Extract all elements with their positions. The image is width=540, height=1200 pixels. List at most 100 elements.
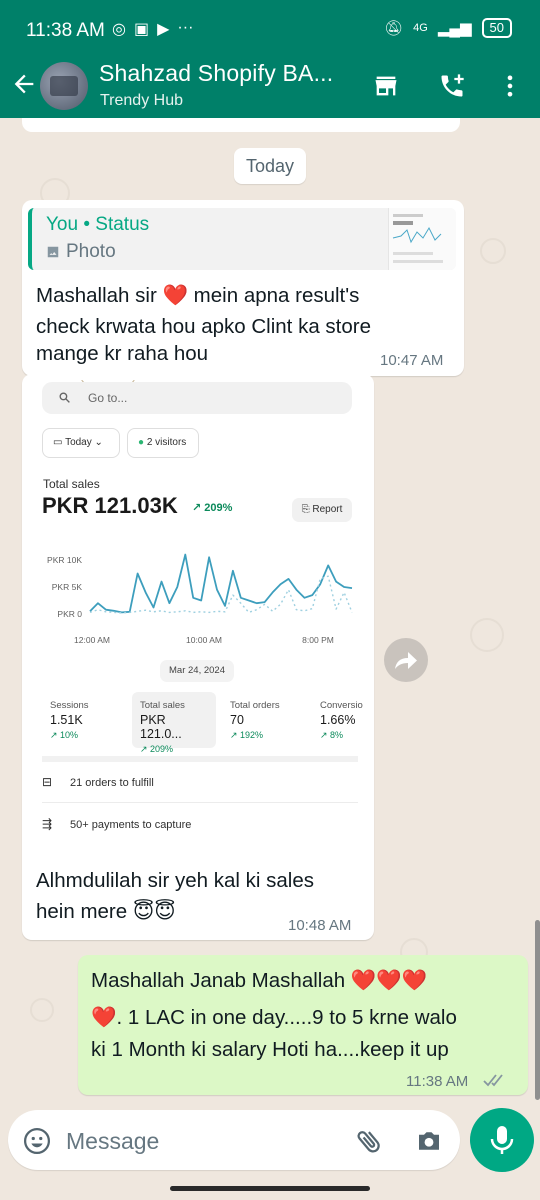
message-text-line: check krwata hou apko Clint ka store [36, 315, 371, 338]
row-divider [42, 802, 358, 803]
more-notifications-icon: ··· [177, 19, 194, 36]
navigation-handle[interactable] [170, 1186, 370, 1191]
metric-total-orders: Total orders 70 ↗ 192% [222, 692, 306, 748]
live-dot-icon: ● [138, 437, 145, 448]
message-time: 10:48 AM [288, 917, 352, 934]
message-text-line: Mashallah sir ❤️ mein apna result's [36, 284, 360, 307]
more-options-icon[interactable] [496, 72, 524, 100]
report-label: Report [312, 504, 343, 515]
metric-change: ↗ 209% [140, 744, 174, 754]
x-tick-label: 10:00 AM [186, 635, 222, 645]
chat-header: Shahzad Shopify BA... Trendy Hub [0, 58, 540, 118]
previous-message-bubble[interactable] [22, 118, 460, 132]
calendar-icon: ▭ [53, 437, 63, 448]
y-tick-label: PKR 0 [57, 609, 82, 619]
report-button: ⎘ Report [292, 498, 352, 522]
signal-icon: ▂▄▆ [437, 20, 472, 37]
add-call-icon[interactable] [438, 72, 466, 100]
chevron-down-icon: ⌄ [94, 437, 103, 448]
metric-value: 1.66% [320, 713, 356, 727]
chat-subtitle[interactable]: Trendy Hub [100, 92, 183, 110]
visitors-badge: ● 2 visitors [127, 428, 199, 458]
metric-value: PKR 121.0... [140, 713, 182, 741]
status-thumbnail-chart [392, 214, 443, 263]
scrollbar[interactable] [535, 920, 540, 1100]
forward-button[interactable] [384, 638, 428, 682]
message-input[interactable]: Message [66, 1128, 159, 1155]
metric-label: Total sales [140, 700, 185, 711]
payments-icon: ⇶ [42, 817, 53, 831]
avatar[interactable] [40, 62, 88, 110]
x-tick-label: 12:00 AM [74, 635, 110, 645]
metric-change: ↗ 10% [50, 730, 79, 740]
orders-label: 21 orders to fulfill [70, 777, 154, 789]
metric-label: Total orders [230, 700, 280, 711]
search-placeholder: Go to... [88, 391, 128, 405]
message-time: 10:47 AM [380, 352, 444, 369]
attach-icon[interactable] [354, 1126, 384, 1156]
network-label: 4G [413, 22, 428, 34]
payments-label: 50+ payments to capture [70, 819, 192, 831]
message-text-line: ki 1 Month ki salary Hoti ha....keep it … [91, 1038, 449, 1061]
y-tick-label: PKR 5K [52, 582, 83, 592]
quote-type: Photo [46, 241, 116, 263]
whatsapp-icon: ◎ [112, 21, 126, 38]
shared-image[interactable]: Go to... ▭ Today ⌄ ● 2 visitors Total sa… [28, 380, 370, 850]
total-sales-label: Total sales [43, 477, 100, 491]
date-filter: ▭ Today ⌄ [42, 428, 120, 458]
message-composer[interactable]: Message [8, 1110, 460, 1170]
sales-chart: PKR 10K PKR 5K PKR 0 12:00 AM 10:00 AM 8:00 P… [47, 553, 353, 645]
mic-icon [490, 1126, 514, 1154]
visitors-label: 2 visitors [146, 437, 187, 448]
payments-row: ⇶ 50+ payments to capture [42, 809, 358, 839]
metric-label: Conversio [320, 700, 363, 711]
camera-icon[interactable] [414, 1126, 444, 1156]
metric-sessions: Sessions 1.51K ↗ 10% [42, 692, 126, 748]
x-tick-label: 8:00 PM [302, 635, 334, 645]
status-thumbnail [388, 208, 456, 270]
status-time: 11:38 AM [26, 20, 105, 41]
y-tick-label: PKR 10K [47, 555, 82, 565]
sales-series-line [89, 553, 353, 614]
system-icons: 🔕︎ 4G ▂▄▆ 50 [384, 18, 512, 38]
metric-value: 1.51K [50, 713, 83, 727]
metric-conversion: Conversio 1.66% ↗ 8% [312, 692, 370, 748]
photo-icon [47, 246, 59, 258]
orders-row: ⊟ 21 orders to fulfill [42, 767, 358, 797]
message-text-line: Mashallah Janab Mashallah ❤️❤️❤️ [91, 969, 428, 992]
metrics-row: Sessions 1.51K ↗ 10% Total sales PKR 121… [42, 692, 370, 754]
metric-value: 70 [230, 713, 244, 727]
metric-label: Sessions [50, 700, 89, 711]
search-icon [59, 392, 70, 403]
forward-icon [395, 652, 417, 669]
message-text-line: ❤️. 1 LAC in one day.....9 to 5 krne wal… [91, 1006, 457, 1029]
search-bar: Go to... [42, 382, 352, 414]
shopify-icon: ▣ [133, 21, 150, 38]
youtube-icon: ▶ [157, 21, 170, 38]
quoted-status[interactable]: You • Status Photo [28, 208, 456, 270]
orders-icon: ⊟ [42, 775, 53, 789]
metric-change: ↗ 8% [320, 730, 344, 740]
total-sales-change: ↗ 209% [192, 502, 233, 514]
message-text-line: mange kr raha hou [36, 342, 209, 365]
status-bar: 11:38 AM ◎ ▣ ▶ ··· 🔕︎ 4G ▂▄▆ 50 [0, 0, 540, 58]
read-receipt-icon [483, 1074, 503, 1087]
mute-icon: 🔕︎ [384, 20, 404, 37]
quote-title: You • Status [46, 214, 150, 235]
message-text-line: Alhmdulilah sir yeh kal ki sales [36, 869, 315, 892]
message-text-line: hein mere 😇😇 [36, 900, 176, 923]
back-arrow-icon[interactable] [10, 70, 38, 98]
message-time: 11:38 AM [406, 1073, 469, 1090]
date-separator: Today [234, 148, 306, 184]
section-divider [42, 756, 358, 762]
metric-change: ↗ 192% [230, 730, 264, 740]
emoji-icon[interactable] [22, 1126, 52, 1156]
report-icon: ⎘ [301, 504, 310, 515]
store-icon[interactable] [372, 72, 400, 100]
date-filter-label: Today [65, 437, 92, 448]
notification-icons: ◎ ▣ ▶ ··· [112, 19, 193, 39]
chat-name[interactable]: Shahzad Shopify BA... [99, 60, 333, 87]
chart-date: Mar 24, 2024 [160, 660, 234, 682]
mic-button[interactable] [470, 1108, 534, 1172]
metric-total-sales: Total sales PKR 121.0... ↗ 209% [132, 692, 216, 754]
